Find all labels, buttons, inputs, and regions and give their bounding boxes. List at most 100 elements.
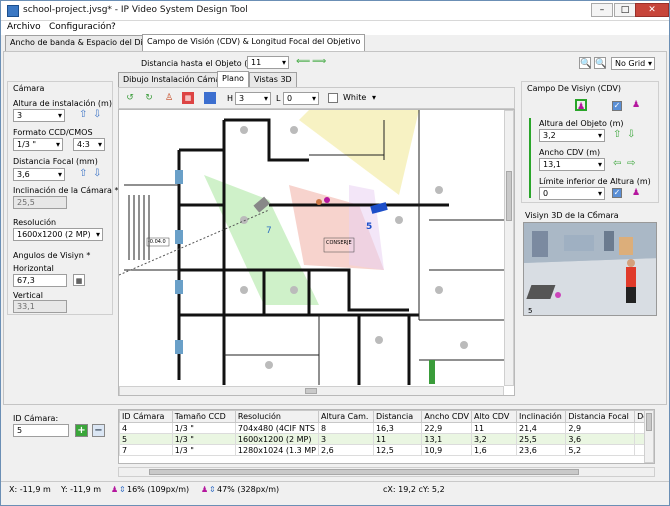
object-marker-2[interactable] — [316, 199, 322, 205]
maximize-button[interactable]: □ — [614, 3, 636, 17]
person-icon[interactable]: ♙ — [163, 92, 175, 104]
format-select[interactable]: 1/3 " — [13, 138, 63, 151]
resolution-select[interactable]: 1600x1200 (2 MP) — [13, 228, 103, 241]
height-indicator — [529, 118, 531, 198]
menu-help[interactable]: ? — [111, 22, 116, 32]
app-icon — [7, 5, 19, 17]
status-bar: X: -11,9 m Y: -11,9 m ♟ ⇕ 16% (109px/m) … — [1, 481, 669, 495]
object-up-icon[interactable]: ⇧ — [613, 130, 621, 140]
floor-plan-canvas[interactable]: 7 5 -0.04.0 CONSERJE — [118, 109, 515, 396]
column-header[interactable]: ID Cámara — [119, 410, 173, 423]
height-select[interactable]: 3 — [13, 109, 65, 122]
grid-select[interactable]: No Grid — [611, 57, 655, 70]
rotate-left-icon[interactable]: ↺ — [124, 92, 136, 104]
h-select[interactable]: 3 — [235, 92, 271, 105]
width-left-icon[interactable]: ⇦ — [613, 159, 621, 169]
zoom-in-icon[interactable]: 🔍 — [579, 57, 591, 69]
object-height-select[interactable]: 3,2 — [539, 129, 605, 142]
table-cell: 8 — [318, 422, 374, 434]
table-row[interactable]: 5 1/3 " 1600x1200 (2 MP) 3 11 13,1 3,2 25,5 3,6 — [119, 433, 654, 445]
white-checkbox[interactable] — [328, 93, 338, 103]
column-header[interactable]: Distancia — [372, 410, 423, 423]
camera-id-field[interactable]: 5 — [13, 424, 69, 437]
wall-icon[interactable]: ▦ — [182, 92, 194, 104]
color-swatch-icon[interactable] — [204, 92, 216, 104]
width-right-icon[interactable]: ⇨ — [627, 159, 635, 169]
limit-select[interactable]: 0 — [539, 187, 605, 200]
column-header[interactable]: Altura Cam. — [318, 410, 374, 423]
window-title: school-project.jvsg* - IP Video System D… — [23, 5, 248, 15]
tab-fov[interactable]: Campo de Visión (CDV) & Longitud Focal d… — [142, 34, 366, 51]
arrow-up-icon[interactable]: ⇧ — [79, 110, 87, 120]
column-header[interactable]: Tamaño CCD — [171, 410, 236, 423]
vertical-field[interactable]: 33,1 — [13, 300, 67, 313]
rotate-right-icon[interactable]: ↻ — [143, 92, 155, 104]
tilt-field[interactable]: 25,5 — [13, 196, 67, 209]
table-cell: 3 — [318, 433, 374, 445]
focal-select[interactable]: 3,6 — [13, 168, 65, 181]
column-header[interactable]: Inclinación — [516, 410, 567, 423]
menu-configuracion[interactable]: Configuración — [49, 22, 111, 32]
plan-scrollbar-v[interactable] — [504, 110, 514, 386]
person-icon-3[interactable]: ♟ — [630, 187, 642, 199]
column-header[interactable]: Ancho CDV — [421, 410, 472, 423]
focal-down-icon[interactable]: ⇩ — [93, 169, 101, 179]
tab-3d-views[interactable]: Vistas 3D — [249, 72, 297, 88]
table-header: ID Cámara Tamaño CCD Resolución Altura Cam.… — [119, 410, 654, 423]
table-cell: 25,5 — [516, 433, 567, 445]
add-camera-button[interactable]: + — [75, 424, 88, 437]
close-button[interactable]: ✕ — [635, 3, 669, 17]
view3d-canvas[interactable]: 5 — [523, 222, 657, 316]
arrow-left-icon[interactable]: ⟸ — [296, 57, 310, 67]
zoom-out-icon[interactable]: 🔍 — [594, 57, 606, 69]
table-cell: 1,6 — [470, 444, 518, 456]
object-down-icon[interactable]: ⇩ — [627, 130, 635, 140]
fov-check-1[interactable]: ✓ — [612, 101, 622, 111]
fov-width-label: Ancho CDV (m) — [539, 148, 601, 157]
status-y: Y: -11,9 m — [61, 485, 102, 494]
person-pink-icon[interactable]: ♟ — [575, 99, 587, 112]
table-cell: 11 — [372, 433, 423, 445]
floor-plan-drawing — [119, 110, 504, 386]
camera-table: ID Cámara Tamaño CCD Resolución Altura Cam.… — [118, 409, 655, 464]
table-row[interactable]: 7 1/3 " 1280x1024 (1.3 MP 2,6 12,5 10,9 1,6 23,… — [119, 444, 654, 456]
table-cell: 2,6 — [318, 444, 374, 456]
height-status-icon-2: ⇕ — [209, 485, 216, 494]
menu-archivo[interactable]: Archivo — [7, 22, 41, 32]
minimize-button[interactable]: – — [591, 3, 613, 17]
person-icon-2[interactable]: ♟ — [630, 99, 642, 111]
person-status-icon: ♟ — [111, 485, 119, 494]
distance-select[interactable]: 11 — [247, 56, 289, 69]
focal-up-icon[interactable]: ⇧ — [79, 169, 87, 179]
aspect-select[interactable]: 4:3 — [73, 138, 105, 151]
plan-scrollbar-h[interactable] — [119, 386, 504, 395]
l-select[interactable]: 0 — [283, 92, 319, 105]
title-bar: school-project.jvsg* - IP Video System D… — [1, 1, 669, 21]
focal-label: Distancia Focal (mm) — [13, 157, 98, 166]
column-header[interactable]: Resolución — [234, 410, 320, 423]
table-cell: 5 — [119, 433, 173, 445]
camera-group-title: Cámara — [13, 84, 45, 93]
column-header[interactable]: Distancia Focal — [565, 410, 636, 423]
camera-5-label: 5 — [366, 222, 373, 232]
calc-icon[interactable]: ▦ — [73, 274, 85, 286]
table-cell: 1280x1024 (1.3 MP — [234, 444, 320, 456]
arrow-right-icon[interactable]: ⟹ — [312, 57, 326, 67]
column-header[interactable]: Alto CDV — [470, 410, 518, 423]
arrow-down-icon[interactable]: ⇩ — [93, 110, 101, 120]
table-scrollbar-v[interactable] — [644, 410, 654, 463]
horizontal-field[interactable]: 67,3 — [13, 274, 67, 287]
plan-mark-1: -0.04.0 — [148, 239, 166, 245]
tab-bandwidth[interactable]: Ancho de banda & Espacio del Disco — [5, 35, 162, 51]
status-x: X: -11,9 m — [9, 485, 51, 494]
app-window: school-project.jvsg* - IP Video System D… — [0, 0, 670, 506]
limit-checkbox[interactable]: ✓ — [612, 188, 622, 198]
tab-plan[interactable]: Plano — [217, 71, 249, 88]
table-row[interactable]: 4 1/3 " 704x480 (4CIF NTS 8 16,3 22,9 11 21,4 2,… — [119, 422, 654, 434]
resolution-label: Resolución — [13, 218, 57, 227]
object-marker-1[interactable] — [324, 197, 330, 203]
fov-width-select[interactable]: 13,1 — [539, 158, 605, 171]
table-scrollbar-h[interactable] — [118, 467, 655, 477]
color-select[interactable]: White — [340, 92, 378, 105]
remove-camera-button[interactable]: − — [92, 424, 105, 437]
